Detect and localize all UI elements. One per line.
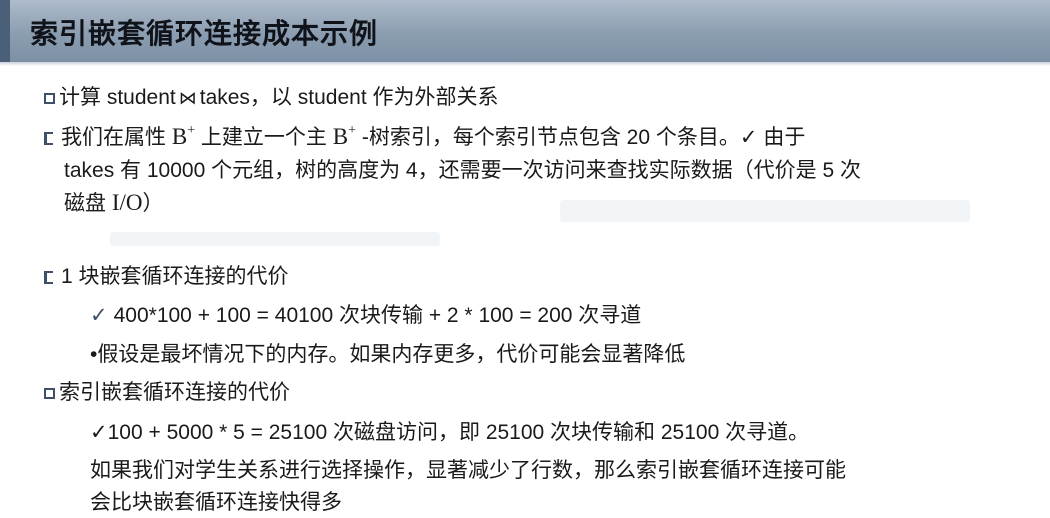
bullet-item-2-line-2: takes 有 10000 个元组，树的高度为 4，还需要一次访问来查找实际数据… bbox=[64, 159, 861, 182]
item-2-text: -树索引，每个索引节点包含 20 个条目。 bbox=[356, 126, 740, 149]
bracket-bullet-icon bbox=[44, 132, 53, 145]
bracket-bullet-icon bbox=[44, 271, 53, 284]
check-icon: ✓ bbox=[739, 126, 758, 149]
check-icon: ✓ bbox=[90, 304, 108, 327]
superscript-plus: + bbox=[187, 123, 196, 138]
bullet-item-2-line-3: 磁盘 I/O） bbox=[64, 188, 164, 219]
item-2-text: 上建立一个主 bbox=[195, 126, 333, 149]
natural-join-icon: ⋈ bbox=[178, 88, 197, 108]
item-2-text: 我们在属性 bbox=[61, 126, 172, 149]
item-3-note: •假设是最坏情况下的内存。如果内存更多，代价可能会显著降低 bbox=[90, 343, 686, 366]
slide-content: 计算 student ⋈ takes，以 student 作为外部关系 我们在属性 … bbox=[0, 0, 1050, 518]
item-2-text: ） bbox=[142, 192, 164, 215]
item-3-detail: ✓ 400*100 + 100 = 40100 次块传输 + 2 * 100 = … bbox=[90, 301, 641, 331]
item-4-note-line-1: 如果我们对学生关系进行选择操作，显著减少了行数，那么索引嵌套循环连接可能 bbox=[90, 459, 846, 482]
bullet-item-2-line-1: 我们在属性 B+ 上建立一个主 B+ -树索引，每个索引节点包含 20 个条目。… bbox=[44, 122, 805, 153]
item-4-heading: 索引嵌套循环连接的代价 bbox=[59, 381, 290, 404]
item-2-text: 由于 bbox=[757, 126, 806, 149]
attribute-b: B bbox=[332, 124, 349, 149]
item-1-text-a: 计算 student bbox=[59, 86, 176, 109]
item-4-note-line-2: 会比块嵌套循环连接快得多 bbox=[90, 491, 342, 514]
item-3-heading: 1 块嵌套循环连接的代价 bbox=[61, 265, 289, 288]
item-4-detail: ✓100 + 5000 * 5 = 25100 次磁盘访问，即 25100 次块… bbox=[90, 418, 809, 448]
attribute-b: B bbox=[171, 124, 188, 149]
square-bullet-icon bbox=[44, 388, 55, 399]
bullet-item-4: 索引嵌套循环连接的代价 bbox=[44, 378, 290, 408]
superscript-plus: + bbox=[348, 123, 357, 138]
square-bullet-icon bbox=[44, 93, 55, 104]
background-artifact bbox=[110, 232, 440, 246]
background-artifact bbox=[560, 200, 970, 222]
item-1-text-b: takes，以 student 作为外部关系 bbox=[199, 86, 499, 109]
item-3-detail-text: 400*100 + 100 = 40100 次块传输 + 2 * 100 = 2… bbox=[113, 304, 642, 327]
check-icon: ✓ bbox=[90, 421, 108, 444]
bullet-item-1: 计算 student ⋈ takes，以 student 作为外部关系 bbox=[44, 83, 498, 113]
item-2-text: 磁盘 bbox=[64, 192, 112, 215]
bullet-item-3: 1 块嵌套循环连接的代价 bbox=[44, 262, 289, 292]
io-label: I/O bbox=[111, 190, 143, 215]
item-4-detail-text: 100 + 5000 * 5 = 25100 次磁盘访问，即 25100 次块传… bbox=[107, 421, 810, 444]
